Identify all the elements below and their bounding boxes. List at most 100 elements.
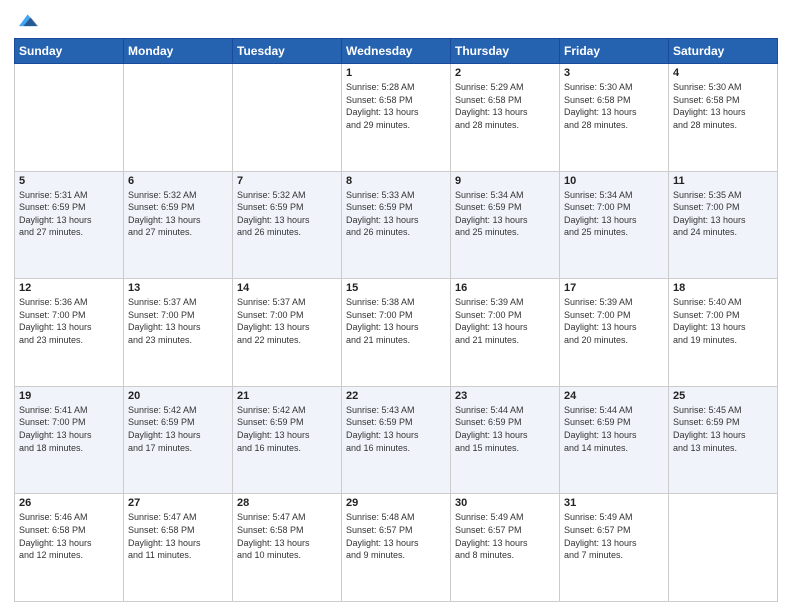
day-info: Sunrise: 5:46 AMSunset: 6:58 PMDaylight:… [19,511,119,561]
calendar-cell: 20 Sunrise: 5:42 AMSunset: 6:59 PMDayligh… [124,386,233,494]
calendar-cell: 30 Sunrise: 5:49 AMSunset: 6:57 PMDayligh… [451,494,560,602]
day-info: Sunrise: 5:33 AMSunset: 6:59 PMDaylight:… [346,189,446,239]
logo [14,10,38,32]
day-info: Sunrise: 5:37 AMSunset: 7:00 PMDaylight:… [128,296,228,346]
day-info: Sunrise: 5:32 AMSunset: 6:59 PMDaylight:… [237,189,337,239]
day-info: Sunrise: 5:29 AMSunset: 6:58 PMDaylight:… [455,81,555,131]
calendar-cell: 26 Sunrise: 5:46 AMSunset: 6:58 PMDayligh… [15,494,124,602]
day-number: 4 [673,67,773,79]
day-number: 14 [237,282,337,294]
calendar-week-row: 26 Sunrise: 5:46 AMSunset: 6:58 PMDayligh… [15,494,778,602]
calendar-cell: 31 Sunrise: 5:49 AMSunset: 6:57 PMDayligh… [560,494,669,602]
day-number: 20 [128,390,228,402]
day-number: 2 [455,67,555,79]
day-number: 11 [673,175,773,187]
calendar-cell: 27 Sunrise: 5:47 AMSunset: 6:58 PMDayligh… [124,494,233,602]
weekday-header: Monday [124,39,233,64]
day-info: Sunrise: 5:37 AMSunset: 7:00 PMDaylight:… [237,296,337,346]
calendar-table: SundayMondayTuesdayWednesdayThursdayFrid… [14,38,778,602]
calendar-cell: 6 Sunrise: 5:32 AMSunset: 6:59 PMDaylight… [124,171,233,279]
day-number: 7 [237,175,337,187]
day-number: 19 [19,390,119,402]
day-info: Sunrise: 5:36 AMSunset: 7:00 PMDaylight:… [19,296,119,346]
day-number: 1 [346,67,446,79]
calendar-cell: 25 Sunrise: 5:45 AMSunset: 6:59 PMDayligh… [669,386,778,494]
header [14,10,778,32]
day-number: 29 [346,497,446,509]
day-number: 23 [455,390,555,402]
day-number: 18 [673,282,773,294]
page: SundayMondayTuesdayWednesdayThursdayFrid… [0,0,792,612]
day-info: Sunrise: 5:35 AMSunset: 7:00 PMDaylight:… [673,189,773,239]
calendar-week-row: 5Sunrise: 5:31 AMSunset: 6:59 PMDaylight… [15,171,778,279]
calendar-cell: 16 Sunrise: 5:39 AMSunset: 7:00 PMDayligh… [451,279,560,387]
day-number: 24 [564,390,664,402]
day-info: Sunrise: 5:39 AMSunset: 7:00 PMDaylight:… [564,296,664,346]
day-number: 16 [455,282,555,294]
day-info: Sunrise: 5:30 AMSunset: 6:58 PMDaylight:… [673,81,773,131]
day-info: Sunrise: 5:49 AMSunset: 6:57 PMDaylight:… [455,511,555,561]
day-info: Sunrise: 5:32 AMSunset: 6:59 PMDaylight:… [128,189,228,239]
day-number: 22 [346,390,446,402]
day-number: 9 [455,175,555,187]
day-number: 26 [19,497,119,509]
day-info: Sunrise: 5:40 AMSunset: 7:00 PMDaylight:… [673,296,773,346]
day-number: 13 [128,282,228,294]
calendar-cell: 7 Sunrise: 5:32 AMSunset: 6:59 PMDaylight… [233,171,342,279]
calendar-week-row: 12Sunrise: 5:36 AMSunset: 7:00 PMDayligh… [15,279,778,387]
calendar-cell: 21 Sunrise: 5:42 AMSunset: 6:59 PMDayligh… [233,386,342,494]
weekday-header: Saturday [669,39,778,64]
day-info: Sunrise: 5:31 AMSunset: 6:59 PMDaylight:… [19,189,119,239]
calendar-cell: 28Sunrise: 5:47 AMSunset: 6:58 PMDayligh… [233,494,342,602]
calendar-cell: 29 Sunrise: 5:48 AMSunset: 6:57 PMDayligh… [342,494,451,602]
calendar-cell: 17 Sunrise: 5:39 AMSunset: 7:00 PMDayligh… [560,279,669,387]
weekday-header: Friday [560,39,669,64]
calendar-cell: 12Sunrise: 5:36 AMSunset: 7:00 PMDayligh… [15,279,124,387]
day-info: Sunrise: 5:45 AMSunset: 6:59 PMDaylight:… [673,404,773,454]
calendar-cell: 19 Sunrise: 5:41 AMSunset: 7:00 PMDayligh… [15,386,124,494]
calendar-cell: 22 Sunrise: 5:43 AMSunset: 6:59 PMDayligh… [342,386,451,494]
day-info: Sunrise: 5:39 AMSunset: 7:00 PMDaylight:… [455,296,555,346]
day-info: Sunrise: 5:41 AMSunset: 7:00 PMDaylight:… [19,404,119,454]
day-number: 17 [564,282,664,294]
day-number: 31 [564,497,664,509]
day-info: Sunrise: 5:43 AMSunset: 6:59 PMDaylight:… [346,404,446,454]
calendar-cell: 2 Sunrise: 5:29 AMSunset: 6:58 PMDaylight… [451,64,560,172]
day-info: Sunrise: 5:49 AMSunset: 6:57 PMDaylight:… [564,511,664,561]
day-info: Sunrise: 5:34 AMSunset: 6:59 PMDaylight:… [455,189,555,239]
calendar-cell: 11 Sunrise: 5:35 AMSunset: 7:00 PMDayligh… [669,171,778,279]
calendar-cell: 4 Sunrise: 5:30 AMSunset: 6:58 PMDaylight… [669,64,778,172]
day-number: 8 [346,175,446,187]
day-number: 21 [237,390,337,402]
day-info: Sunrise: 5:34 AMSunset: 7:00 PMDaylight:… [564,189,664,239]
weekday-header: Wednesday [342,39,451,64]
day-info: Sunrise: 5:42 AMSunset: 6:59 PMDaylight:… [237,404,337,454]
calendar-cell [669,494,778,602]
calendar-cell: 24 Sunrise: 5:44 AMSunset: 6:59 PMDayligh… [560,386,669,494]
calendar-cell: 13 Sunrise: 5:37 AMSunset: 7:00 PMDayligh… [124,279,233,387]
calendar-cell: 14 Sunrise: 5:37 AMSunset: 7:00 PMDayligh… [233,279,342,387]
day-info: Sunrise: 5:48 AMSunset: 6:57 PMDaylight:… [346,511,446,561]
day-info: Sunrise: 5:44 AMSunset: 6:59 PMDaylight:… [564,404,664,454]
calendar-cell [233,64,342,172]
calendar-week-row: 1 Sunrise: 5:28 AMSunset: 6:58 PMDaylight… [15,64,778,172]
day-info: Sunrise: 5:42 AMSunset: 6:59 PMDaylight:… [128,404,228,454]
weekday-header: Tuesday [233,39,342,64]
day-number: 25 [673,390,773,402]
day-number: 30 [455,497,555,509]
calendar-cell [15,64,124,172]
day-info: Sunrise: 5:47 AMSunset: 6:58 PMDaylight:… [128,511,228,561]
calendar-cell: 10 Sunrise: 5:34 AMSunset: 7:00 PMDayligh… [560,171,669,279]
calendar-cell: 8 Sunrise: 5:33 AMSunset: 6:59 PMDaylight… [342,171,451,279]
day-number: 28 [237,497,337,509]
day-number: 6 [128,175,228,187]
calendar-cell: 18 Sunrise: 5:40 AMSunset: 7:00 PMDayligh… [669,279,778,387]
calendar-cell: 1 Sunrise: 5:28 AMSunset: 6:58 PMDaylight… [342,64,451,172]
logo-icon [16,10,38,32]
day-info: Sunrise: 5:30 AMSunset: 6:58 PMDaylight:… [564,81,664,131]
day-info: Sunrise: 5:28 AMSunset: 6:58 PMDaylight:… [346,81,446,131]
day-number: 15 [346,282,446,294]
day-number: 3 [564,67,664,79]
day-number: 27 [128,497,228,509]
day-number: 10 [564,175,664,187]
